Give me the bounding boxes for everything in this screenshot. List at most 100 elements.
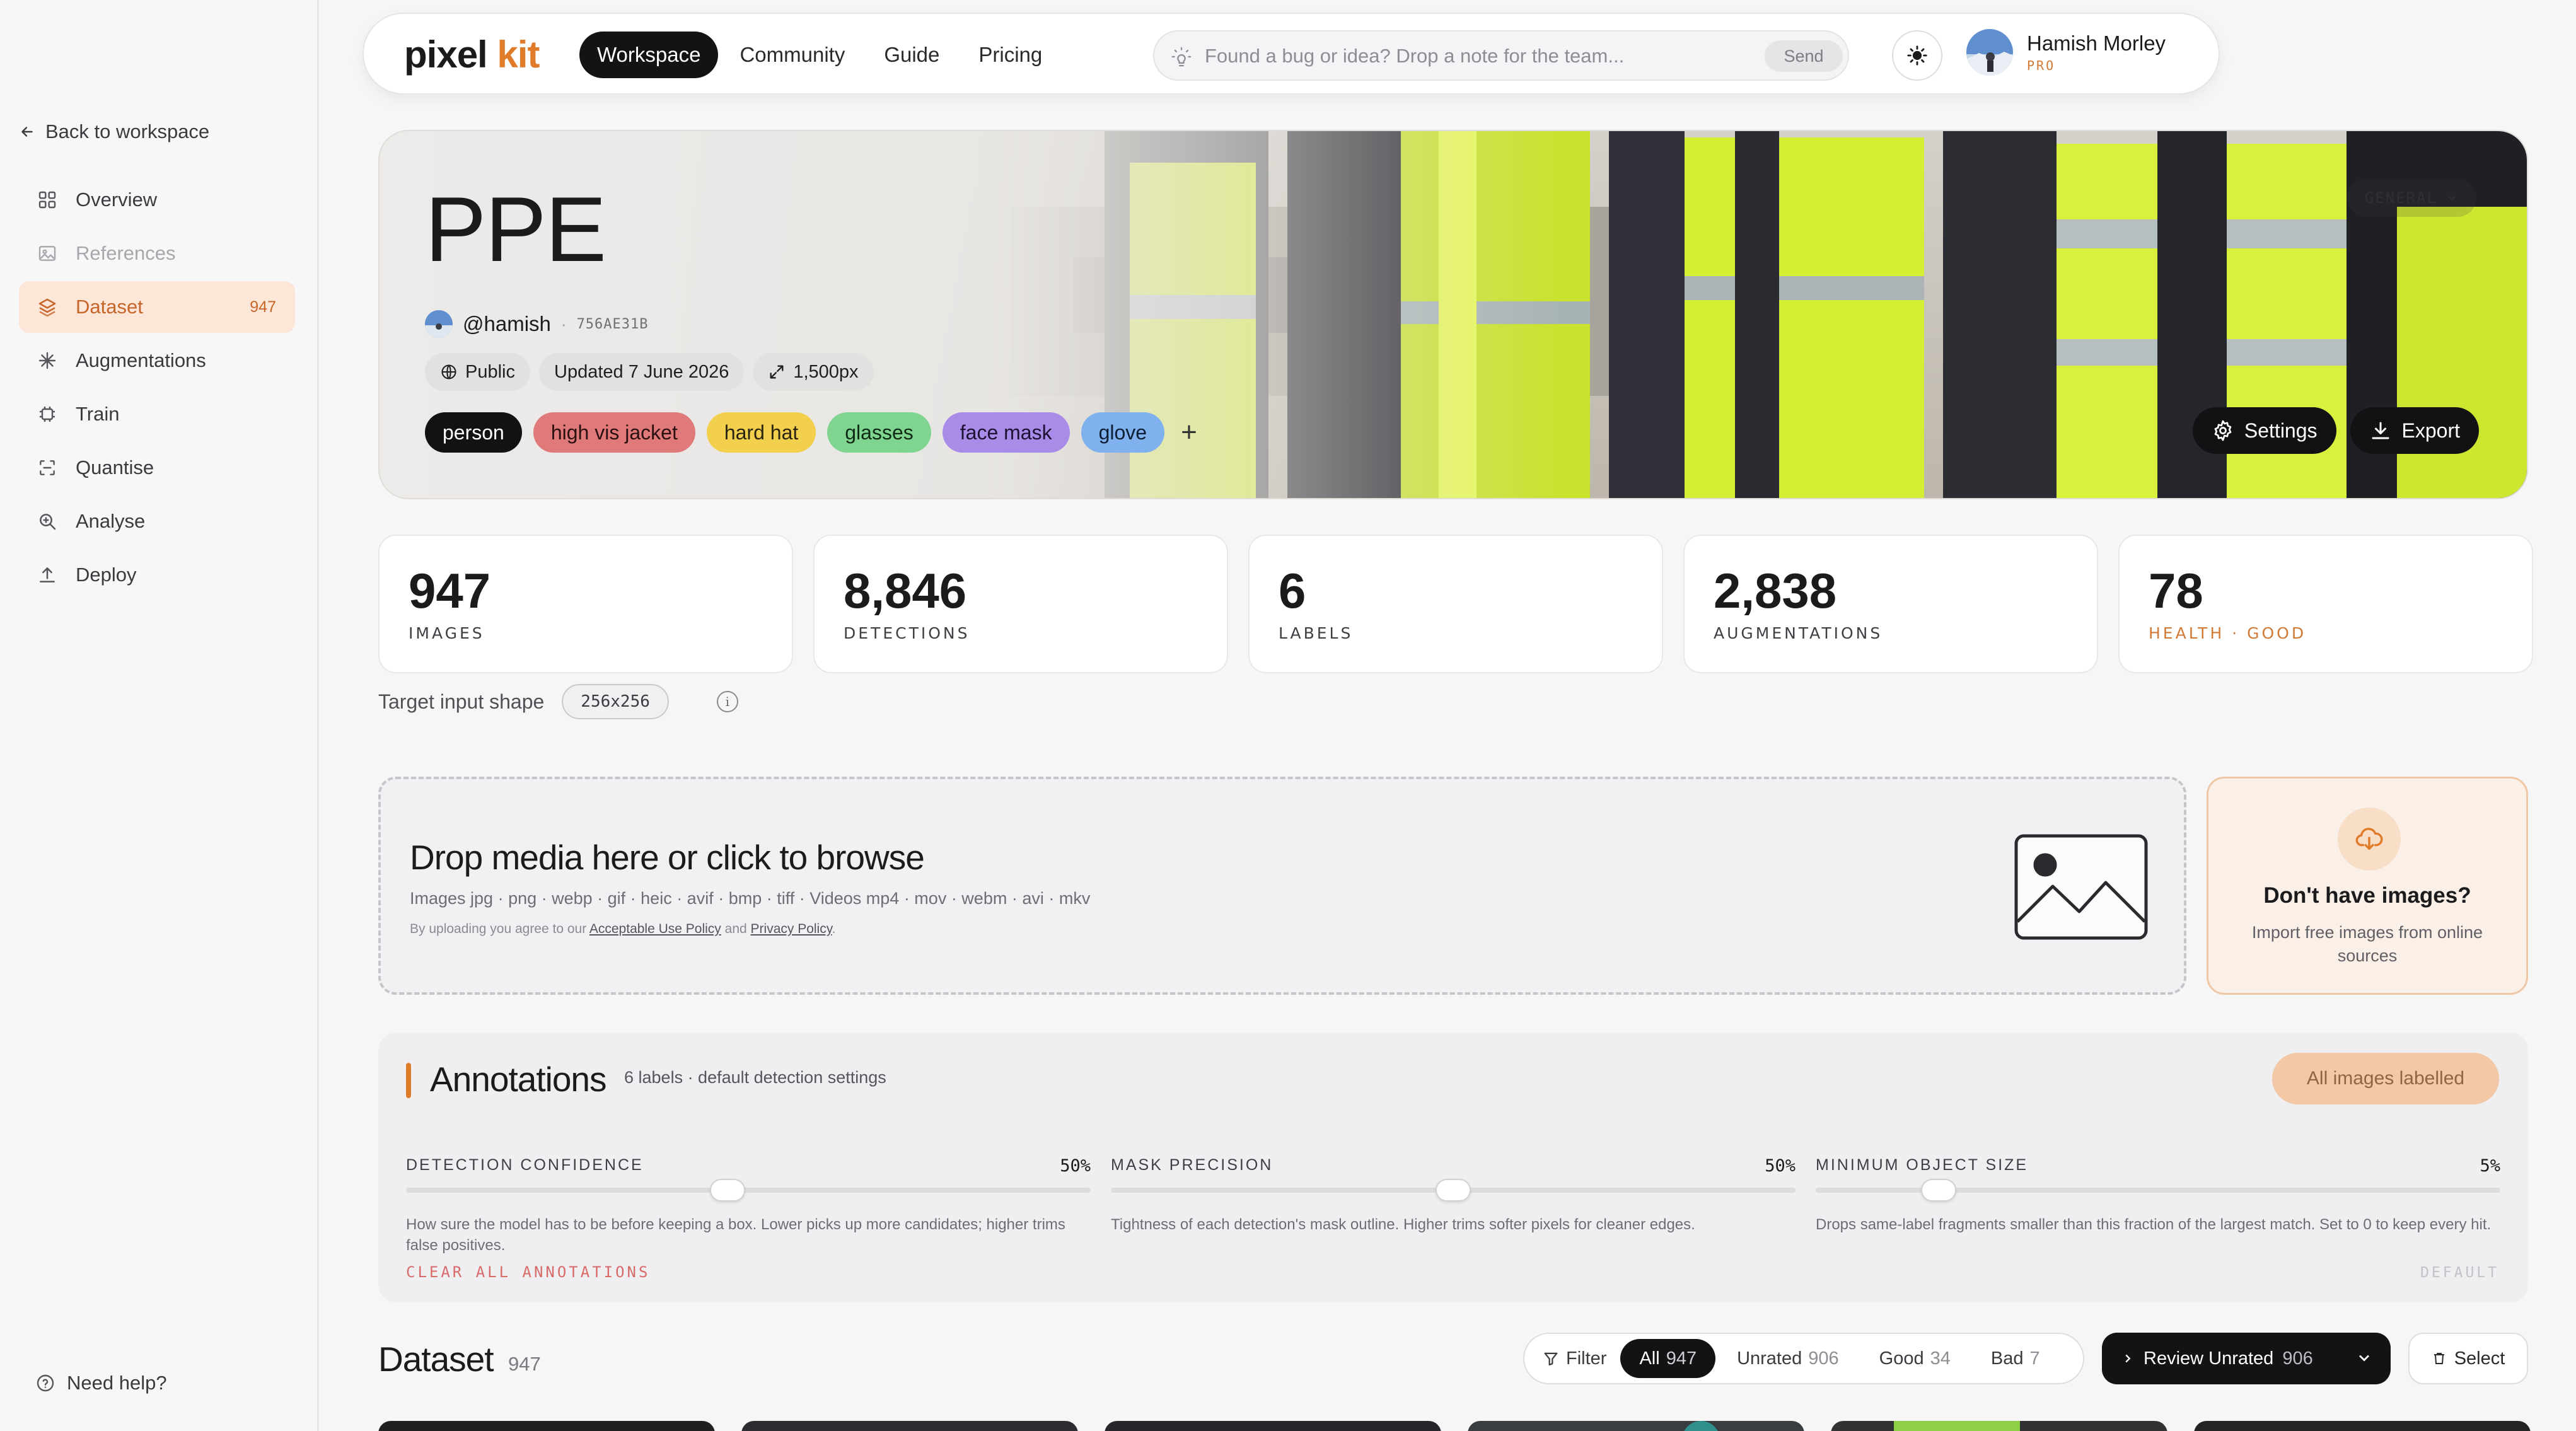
import-images-card[interactable]: Don't have images? Import free images fr…: [2207, 777, 2528, 995]
filter-good[interactable]: Good 34: [1860, 1339, 1970, 1378]
slider-handle[interactable]: [710, 1179, 746, 1202]
image-thumbnail[interactable]: [1831, 1421, 2167, 1431]
back-to-workspace-link[interactable]: Back to workspace: [19, 117, 209, 146]
slider-track[interactable]: [406, 1188, 1091, 1193]
acceptable-use-policy-link[interactable]: Acceptable Use Policy: [589, 922, 721, 936]
slider-value: 50%: [1060, 1156, 1091, 1176]
label-chip-glove[interactable]: glove: [1081, 412, 1165, 453]
target-shape-label: Target input shape: [378, 690, 545, 713]
media-dropzone[interactable]: Drop media here or click to browse Image…: [378, 777, 2186, 995]
need-help-label: Need help?: [67, 1372, 167, 1394]
stat-label: IMAGES: [409, 624, 485, 642]
rating-filter-bar: Filter All 947 Unrated 906 Good 34 Bad 7: [1523, 1333, 2084, 1384]
chevron-down-icon[interactable]: [2355, 1349, 2373, 1367]
filter-bad[interactable]: Bad 7: [1972, 1339, 2059, 1378]
sidebar-item-count: 947: [250, 298, 276, 316]
sidebar-item-label: Deploy: [76, 564, 137, 586]
label-chip-hard-hat[interactable]: hard hat: [706, 412, 816, 453]
upload-icon: [37, 564, 58, 586]
tab-guide[interactable]: Guide: [866, 32, 957, 78]
theme-toggle-button[interactable]: [1892, 30, 1942, 81]
filter-pill-label: Unrated: [1737, 1348, 1802, 1369]
tab-workspace[interactable]: Workspace: [579, 32, 719, 78]
target-shape-pill[interactable]: 256x256: [562, 684, 669, 719]
dataset-section-count: 947: [508, 1353, 541, 1375]
all-images-labelled-button[interactable]: All images labelled: [2272, 1053, 2499, 1104]
scan-icon: [37, 457, 58, 478]
slider-value: 5%: [2480, 1156, 2500, 1176]
dataset-owner: @hamish · 756AE31B: [425, 310, 649, 338]
slider-handle[interactable]: [1436, 1179, 1471, 1202]
label-chip-glasses[interactable]: glasses: [827, 412, 931, 453]
stat-label: LABELS: [1279, 624, 1354, 642]
image-thumbnail[interactable]: [2194, 1421, 2531, 1431]
review-unrated-button[interactable]: Review Unrated 906: [2102, 1333, 2391, 1384]
sidebar-item-quantise[interactable]: Quantise: [19, 442, 295, 494]
sidebar-item-train[interactable]: Train: [19, 388, 295, 440]
dataset-hero-banner: PPE @hamish · 756AE31B Public Updated 7 …: [378, 130, 2528, 499]
sidebar-item-label: Augmentations: [76, 349, 206, 371]
sidebar-item-overview[interactable]: Overview: [19, 174, 295, 226]
slider-track[interactable]: [1816, 1188, 2500, 1193]
dataset-id: 756AE31B: [576, 316, 649, 332]
visibility-chip[interactable]: Public: [425, 353, 530, 391]
settings-button[interactable]: Settings: [2192, 407, 2336, 454]
category-label: GENERAL: [2364, 189, 2437, 207]
user-menu[interactable]: Hamish Morley PRO: [1966, 29, 2166, 76]
owner-avatar[interactable]: [425, 310, 453, 338]
label-chip-face-mask[interactable]: face mask: [942, 412, 1070, 453]
import-title: Don't have images?: [2263, 883, 2471, 908]
image-thumbnail[interactable]: [1468, 1421, 1804, 1431]
back-label: Back to workspace: [45, 120, 210, 142]
select-button[interactable]: Select: [2408, 1333, 2528, 1384]
feedback-input[interactable]: [1205, 40, 1709, 72]
feedback-box: Send: [1153, 30, 1849, 81]
image-size-chip[interactable]: 1,500px: [753, 353, 874, 391]
legal-prefix: By uploading you agree to our: [410, 922, 589, 936]
export-button[interactable]: Export: [2350, 407, 2479, 454]
filter-pill-label: Good: [1879, 1348, 1924, 1369]
send-feedback-button[interactable]: Send: [1765, 40, 1843, 72]
stat-card-images: 947 IMAGES: [378, 535, 793, 673]
sidebar-item-analyse[interactable]: Analyse: [19, 495, 295, 547]
filter-all[interactable]: All 947: [1620, 1339, 1716, 1378]
clear-all-annotations-link[interactable]: CLEAR ALL ANNOTATIONS: [406, 1263, 650, 1281]
sidebar-item-references[interactable]: References: [19, 228, 295, 279]
filter-pill-count: 947: [1666, 1348, 1697, 1369]
image-size-label: 1,500px: [793, 361, 859, 382]
tab-pricing[interactable]: Pricing: [961, 32, 1060, 78]
need-help-link[interactable]: Need help?: [35, 1372, 167, 1394]
info-icon[interactable]: i: [716, 691, 738, 712]
top-tabs: Workspace Community Guide Pricing: [579, 32, 1060, 78]
slider-handle[interactable]: [1921, 1179, 1957, 1202]
slider-label: MASK PRECISION: [1111, 1156, 1273, 1174]
privacy-policy-link[interactable]: Privacy Policy: [751, 922, 832, 936]
filter-button[interactable]: Filter: [1529, 1348, 1618, 1369]
image-thumbnail[interactable]: [1105, 1421, 1441, 1431]
reset-default-link[interactable]: DEFAULT: [2420, 1265, 2499, 1281]
stat-value: 78: [2149, 563, 2203, 618]
sidebar-item-dataset[interactable]: Dataset 947: [19, 281, 295, 333]
stat-card-health[interactable]: 78 HEALTH · GOOD: [2118, 535, 2533, 673]
image-thumbnail[interactable]: [378, 1421, 715, 1431]
image-thumbnail[interactable]: [741, 1421, 1078, 1431]
layers-icon: [37, 296, 58, 318]
sidebar: Back to workspace Overview References Da…: [0, 0, 319, 1431]
sidebar-item-label: References: [76, 242, 176, 264]
logo-text-part1: pixel: [404, 33, 488, 76]
label-chip-high-vis-jacket[interactable]: high vis jacket: [533, 412, 695, 453]
filter-unrated[interactable]: Unrated 906: [1718, 1339, 1858, 1378]
pixelkit-logo[interactable]: pixel kit: [404, 33, 540, 76]
slider-description: Drops same-label fragments smaller than …: [1816, 1216, 2492, 1233]
chevron-down-icon: [2447, 195, 2456, 201]
zoom-icon: [37, 511, 58, 532]
category-dropdown[interactable]: GENERAL: [2347, 179, 2476, 217]
sidebar-item-augmentations[interactable]: Augmentations: [19, 335, 295, 386]
sidebar-item-deploy[interactable]: Deploy: [19, 549, 295, 601]
owner-handle[interactable]: @hamish: [463, 312, 551, 336]
add-label-button[interactable]: +: [1181, 417, 1197, 448]
tab-community[interactable]: Community: [722, 32, 862, 78]
image-placeholder-icon: [2014, 834, 2148, 940]
label-chip-person[interactable]: person: [425, 412, 522, 453]
annotations-title: Annotations: [430, 1060, 606, 1099]
